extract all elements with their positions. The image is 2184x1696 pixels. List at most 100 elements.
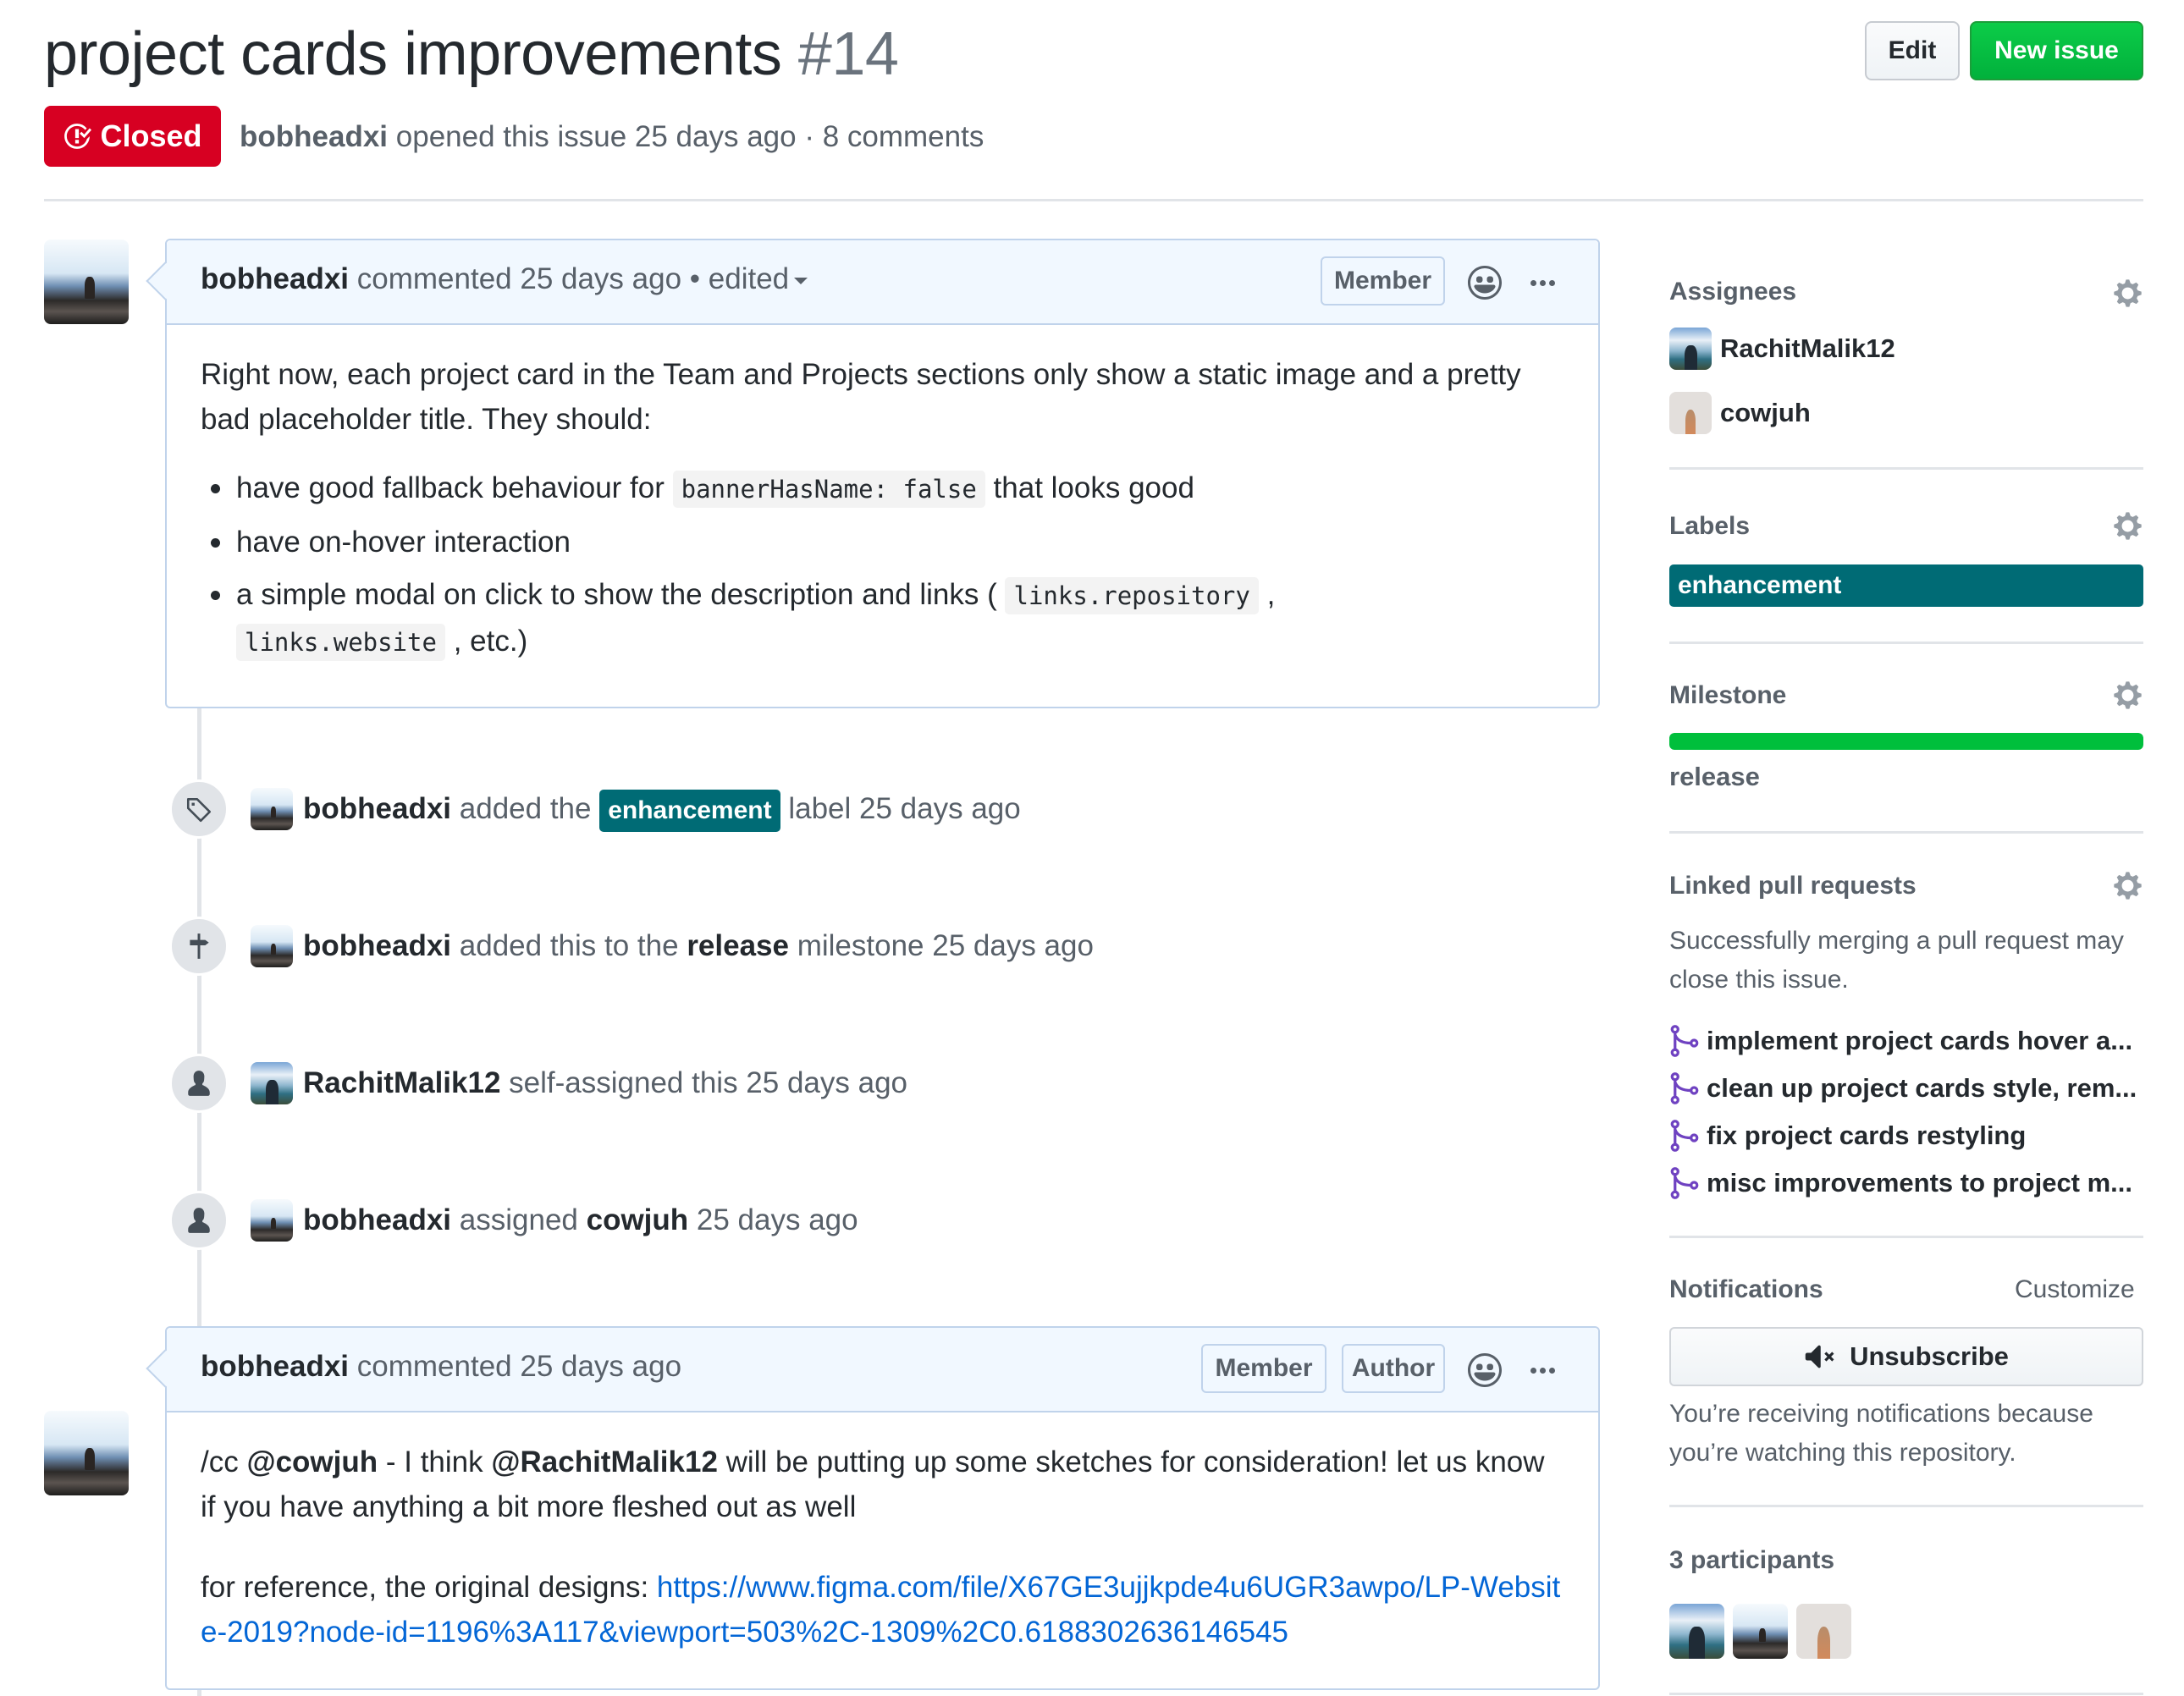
more-actions-icon[interactable] [1525, 266, 1559, 300]
linked-prs-note: Successfully merging a pull request may … [1669, 927, 2124, 994]
list-item-text: , etc.) [444, 625, 528, 658]
comment-header: bobheadxi commented 25 days ago Member A… [146, 1328, 1598, 1412]
comment-pointer [146, 1349, 185, 1388]
milestone-link[interactable]: release [1669, 762, 1760, 792]
linked-pr-item[interactable]: fix project cards restyling [1669, 1115, 2026, 1157]
unsubscribe-label: Unsubscribe [1850, 1341, 2009, 1371]
linked-pr-title: fix project cards restyling [1707, 1121, 2027, 1150]
timeline-event-text: bobheadxi added this to the release mile… [303, 925, 1094, 967]
timeline-actor-link[interactable]: bobheadxi [303, 929, 451, 962]
gear-icon[interactable] [2112, 278, 2143, 309]
timeline-actor-link[interactable]: bobheadxi [303, 792, 451, 825]
timeline-event-badge [169, 779, 229, 839]
sidebar-divider [1669, 1236, 2143, 1238]
merged-pr-icon [1670, 1120, 1699, 1152]
timeline-event-action: assigned [459, 1203, 578, 1236]
timeline-event-badge [169, 1191, 229, 1250]
edit-button[interactable]: Edit [1865, 21, 1960, 80]
milestone-link[interactable]: release [687, 929, 789, 962]
comment-timestamp[interactable]: commented 25 days ago [357, 1350, 681, 1383]
linked-pr-item[interactable]: clean up project cards style, rem... [1669, 1067, 2137, 1110]
customize-notifications-link[interactable]: Customize [2015, 1275, 2135, 1304]
linked-pr-item[interactable]: misc improvements to project m... [1669, 1162, 2132, 1204]
linked-pr-item[interactable]: implement project cards hover a... [1669, 1020, 2132, 1062]
more-actions-icon[interactable] [1525, 1353, 1559, 1387]
user-mention[interactable]: @RachitMalik12 [491, 1445, 718, 1478]
comment-author-link[interactable]: bobheadxi [201, 262, 349, 295]
list-item-text: have good fallback behaviour for [236, 471, 673, 504]
new-issue-button[interactable]: New issue [1970, 21, 2143, 80]
issue-closed-icon [64, 124, 92, 149]
tag-icon [186, 798, 212, 823]
participant-avatar[interactable] [1796, 1604, 1851, 1659]
milestone-heading: Milestone [1669, 681, 1787, 709]
comment-author-link[interactable]: bobheadxi [201, 1350, 349, 1383]
labels-heading: Labels [1669, 512, 1751, 540]
assignee-item[interactable]: RachitMalik12 [1669, 328, 1895, 370]
comment-header: bobheadxi commented 25 days ago • edited… [146, 240, 1598, 325]
gear-icon[interactable] [2112, 510, 2143, 542]
comment-author-avatar[interactable] [44, 1411, 129, 1495]
milestone-progress-fill [1669, 733, 2143, 750]
member-badge: Member [1201, 1344, 1326, 1393]
issue-title-text: project cards improvements [44, 20, 782, 88]
timeline-actor-avatar[interactable] [251, 1199, 293, 1242]
assignee-name: RachitMalik12 [1720, 333, 1895, 363]
label-badge[interactable]: enhancement [599, 790, 780, 832]
timeline-event-time[interactable]: milestone 25 days ago [797, 929, 1094, 962]
add-reaction-icon[interactable] [1468, 266, 1502, 300]
timeline-actor-avatar[interactable] [251, 788, 293, 830]
unsubscribe-button[interactable]: Unsubscribe [1669, 1327, 2143, 1386]
assignee-avatar [1669, 328, 1712, 370]
timeline-actor-avatar[interactable] [251, 925, 293, 967]
list-item: have on-hover interaction [211, 520, 1564, 564]
assignee-link[interactable]: cowjuh [587, 1203, 689, 1236]
person-icon [188, 1071, 210, 1096]
assignee-item[interactable]: cowjuh [1669, 392, 1811, 434]
chevron-down-icon[interactable] [794, 277, 808, 284]
comment-paragraph: /cc @cowjuh - I think @RachitMalik12 wil… [201, 1440, 1564, 1529]
user-mention[interactable]: @cowjuh [246, 1445, 378, 1478]
timeline-event-badge [169, 1054, 229, 1113]
comment-timestamp[interactable]: commented 25 days ago • edited [357, 262, 789, 295]
issue-title: project cards improvements #14 [44, 12, 899, 96]
gear-icon[interactable] [2112, 680, 2143, 711]
issue-author-link[interactable]: bobheadxi [240, 120, 388, 153]
merged-pr-icon [1670, 1072, 1699, 1104]
comment-paragraph: Right now, each project card in the Team… [201, 358, 1521, 436]
participant-avatar[interactable] [1733, 1604, 1788, 1659]
sidebar-divider [1669, 1505, 2143, 1507]
list-item: have good fallback behaviour for bannerH… [211, 465, 1564, 512]
inline-code: bannerHasName: false [672, 471, 985, 508]
timeline-event-time[interactable]: label 25 days ago [788, 792, 1020, 825]
sidebar-divider [1669, 831, 2143, 834]
issue-opened-text: opened this issue 25 days ago · 8 commen… [395, 120, 984, 153]
person-icon [188, 1208, 210, 1233]
notifications-note: You’re receiving notifications because y… [1669, 1400, 2093, 1467]
inline-code: links.repository [1005, 577, 1259, 614]
linked-pr-title: clean up project cards style, rem... [1707, 1073, 2137, 1103]
milestone-progress-bar [1669, 733, 2143, 750]
comment-list: have good fallback behaviour for bannerH… [201, 465, 1564, 665]
gear-icon[interactable] [2112, 870, 2143, 901]
timeline-actor-link[interactable]: RachitMalik12 [303, 1066, 500, 1099]
add-reaction-icon[interactable] [1468, 1353, 1502, 1387]
linked-pr-title: implement project cards hover a... [1707, 1026, 2133, 1055]
issue-number: #14 [797, 20, 899, 88]
timeline-actor-avatar[interactable] [251, 1062, 293, 1104]
author-badge: Author [1342, 1344, 1445, 1393]
sidebar-divider [1669, 1693, 2143, 1695]
list-item-text: , [1258, 578, 1276, 611]
comment-author-avatar[interactable] [44, 240, 129, 324]
comment-paragraph: for reference, the original designs: htt… [201, 1565, 1564, 1655]
participant-avatar[interactable] [1669, 1604, 1724, 1659]
timeline-actor-link[interactable]: bobheadxi [303, 1203, 451, 1236]
list-item-text: that looks good [984, 471, 1194, 504]
timeline-event-time[interactable]: 25 days ago [697, 1203, 858, 1236]
mute-icon [1805, 1345, 1834, 1368]
comment-box: bobheadxi commented 25 days ago • edited… [146, 239, 1600, 708]
comment-body: /cc @cowjuh - I think @RachitMalik12 wil… [201, 1440, 1564, 1655]
sidebar-label-enhancement[interactable]: enhancement [1669, 564, 2143, 607]
issue-meta: bobheadxi opened this issue 25 days ago … [240, 117, 984, 157]
timeline-event-text: bobheadxi assigned cowjuh 25 days ago [303, 1199, 858, 1242]
